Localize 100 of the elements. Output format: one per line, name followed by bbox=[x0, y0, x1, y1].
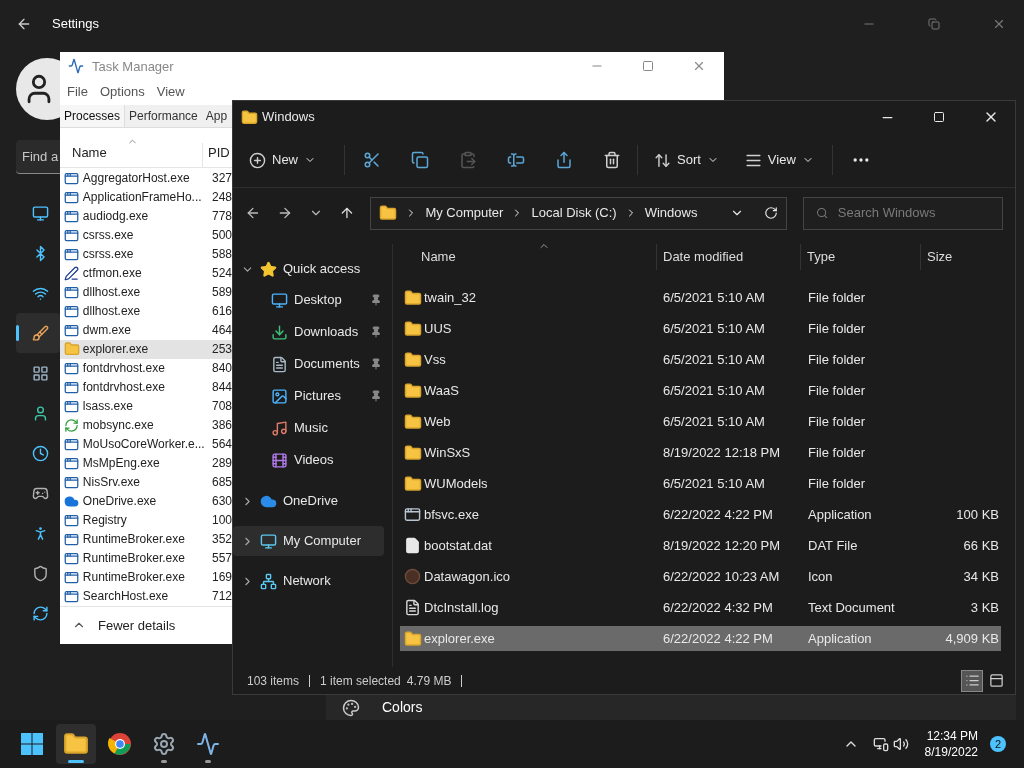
process-row[interactable]: fontdrvhost.exe 840 bbox=[60, 358, 232, 378]
tab[interactable]: Processes bbox=[60, 104, 126, 127]
file-date: 6/22/2022 4:22 PM bbox=[663, 505, 774, 524]
settings-nav-item[interactable] bbox=[16, 313, 60, 353]
nav-item[interactable]: Documents bbox=[233, 348, 392, 380]
file-row[interactable]: Datawagon.ico 6/22/2022 10:23 AM Icon 34 KB bbox=[400, 564, 1001, 589]
new-button[interactable]: New bbox=[249, 150, 326, 170]
search-field[interactable]: Find a bbox=[16, 140, 60, 174]
process-row[interactable]: MsMpEng.exe 289 bbox=[60, 453, 232, 473]
process-row[interactable]: MoUsoCoreWorker.e... 564 bbox=[60, 434, 232, 454]
search-field[interactable]: Search Windows bbox=[802, 196, 1003, 230]
cut-icon[interactable] bbox=[363, 151, 381, 169]
menu-item[interactable]: View bbox=[156, 81, 185, 102]
refresh-icon[interactable] bbox=[763, 206, 778, 220]
column-header[interactable]: Date modified bbox=[657, 244, 801, 270]
file-row[interactable]: WinSxS 8/19/2022 12:18 PM File folder bbox=[400, 440, 1001, 465]
delete-icon[interactable] bbox=[603, 151, 621, 169]
process-pid: 616 bbox=[211, 303, 232, 321]
address-bar[interactable]: My Computer Local Disk (C:) Windows bbox=[370, 196, 787, 230]
process-row[interactable]: audiodg.exe 778 bbox=[60, 206, 232, 226]
monitor-icon bbox=[271, 291, 288, 309]
column-header[interactable]: Type bbox=[801, 244, 921, 270]
search-input[interactable]: Search Windows bbox=[837, 203, 990, 223]
back-icon[interactable] bbox=[16, 16, 32, 32]
file-row[interactable]: twain_32 6/5/2021 5:10 AM File folder bbox=[400, 285, 1001, 310]
star-icon bbox=[260, 260, 277, 278]
file-row[interactable]: bootstat.dat 8/19/2022 12:20 PM DAT File 66 KB bbox=[400, 533, 1001, 558]
circle-icon bbox=[404, 568, 421, 585]
process-row[interactable]: csrss.exe 500 bbox=[60, 225, 232, 245]
process-row[interactable]: ApplicationFrameHo... 248 bbox=[60, 187, 232, 207]
nav-item[interactable]: Network bbox=[233, 566, 384, 596]
column-header[interactable]: Name bbox=[400, 244, 657, 270]
process-row[interactable]: fontdrvhost.exe 844 bbox=[60, 377, 232, 397]
process-row[interactable]: mobsync.exe 386 bbox=[60, 415, 232, 435]
process-row[interactable]: explorer.exe 253 bbox=[60, 339, 232, 359]
file-type: File folder bbox=[808, 474, 867, 493]
view-button[interactable]: View bbox=[744, 150, 814, 170]
menu-item[interactable]: Options bbox=[99, 81, 145, 102]
menu-item[interactable]: File bbox=[67, 81, 88, 102]
process-row[interactable]: dllhost.exe 616 bbox=[60, 301, 232, 321]
taskbar-app[interactable] bbox=[56, 724, 96, 764]
nav-item[interactable]: Downloads bbox=[233, 316, 392, 348]
volume-icon[interactable] bbox=[892, 736, 909, 752]
pin-icon[interactable] bbox=[370, 358, 382, 370]
process-row[interactable]: RuntimeBroker.exe 557 bbox=[60, 548, 232, 568]
nav-item[interactable]: Music bbox=[233, 412, 392, 444]
file-row[interactable]: bfsvc.exe 6/22/2022 4:22 PM Application 100 KB bbox=[400, 502, 1001, 527]
column-header[interactable]: Name bbox=[60, 143, 203, 167]
process-row[interactable]: NisSrv.exe 685 bbox=[60, 472, 232, 492]
file-name: Vss bbox=[424, 350, 447, 369]
pin-icon[interactable] bbox=[370, 390, 382, 402]
clock[interactable]: 12:34 PM 8/19/2022 bbox=[924, 728, 978, 760]
process-pid: 524 bbox=[211, 265, 232, 283]
app-icon bbox=[64, 569, 80, 585]
file-row[interactable]: Web 6/5/2021 5:10 AM File folder bbox=[400, 409, 1001, 434]
restore-icon[interactable] bbox=[928, 18, 940, 30]
nav-item[interactable]: Pictures bbox=[233, 380, 392, 412]
process-row[interactable]: dwm.exe 464 bbox=[60, 320, 232, 340]
running-indicator bbox=[205, 760, 211, 763]
file-row[interactable]: WUModels 6/5/2021 5:10 AM File folder bbox=[400, 471, 1001, 496]
file-row[interactable]: UUS 6/5/2021 5:10 AM File folder bbox=[400, 316, 1001, 341]
nav-item[interactable]: Quick access bbox=[233, 254, 384, 284]
file-row[interactable]: DtcInstall.log 6/22/2022 4:32 PM Text Document 3 KB bbox=[400, 595, 1001, 620]
tab[interactable]: App bbox=[201, 104, 228, 127]
details-view-button[interactable] bbox=[961, 669, 983, 692]
pin-icon[interactable] bbox=[370, 326, 382, 338]
process-row[interactable]: csrss.exe 588 bbox=[60, 244, 232, 264]
nav-item[interactable]: Desktop bbox=[233, 284, 392, 316]
copy-icon[interactable] bbox=[411, 151, 429, 169]
process-row[interactable]: ctfmon.exe 524 bbox=[60, 263, 232, 283]
file-row[interactable]: WaaS 6/5/2021 5:10 AM File folder bbox=[400, 378, 1001, 403]
breadcrumb-item[interactable]: Windows bbox=[644, 203, 698, 223]
process-row[interactable]: lsass.exe 708 bbox=[60, 396, 232, 416]
process-row[interactable]: Registry 100 bbox=[60, 510, 232, 530]
process-row[interactable]: AggregatorHost.exe 327 bbox=[60, 168, 232, 188]
sort-button[interactable]: Sort bbox=[654, 150, 719, 170]
process-row[interactable]: dllhost.exe 589 bbox=[60, 282, 232, 302]
nav-item[interactable]: OneDrive bbox=[233, 486, 384, 516]
breadcrumb-item[interactable]: My Computer bbox=[425, 203, 504, 223]
process-row[interactable]: OneDrive.exe 630 bbox=[60, 491, 232, 511]
settings-row[interactable]: Colors bbox=[326, 695, 1016, 720]
column-header[interactable]: PID bbox=[203, 143, 230, 167]
process-row[interactable]: RuntimeBroker.exe 169 bbox=[60, 567, 232, 587]
rename-icon[interactable] bbox=[507, 151, 525, 169]
column-header[interactable]: Size bbox=[921, 247, 953, 267]
process-row[interactable]: SearchHost.exe 712 bbox=[60, 586, 232, 606]
fewer-details-link[interactable]: Fewer details bbox=[98, 615, 176, 636]
breadcrumb-item[interactable]: Local Disk (C:) bbox=[531, 203, 617, 223]
notification-badge[interactable]: 2 bbox=[990, 736, 1006, 752]
network-icon[interactable] bbox=[872, 736, 889, 752]
tab[interactable]: Performance bbox=[125, 104, 202, 127]
share-icon[interactable] bbox=[555, 151, 573, 169]
pin-icon[interactable] bbox=[370, 294, 382, 306]
file-row[interactable]: Vss 6/5/2021 5:10 AM File folder bbox=[400, 347, 1001, 372]
back-icon[interactable] bbox=[245, 205, 261, 221]
nav-item[interactable]: My Computer bbox=[233, 526, 384, 556]
nav-item[interactable]: Videos bbox=[233, 444, 392, 476]
film-icon bbox=[271, 451, 288, 469]
process-row[interactable]: RuntimeBroker.exe 352 bbox=[60, 529, 232, 549]
file-row[interactable]: explorer.exe 6/22/2022 4:22 PM Application 4,909 KB bbox=[400, 626, 1001, 651]
